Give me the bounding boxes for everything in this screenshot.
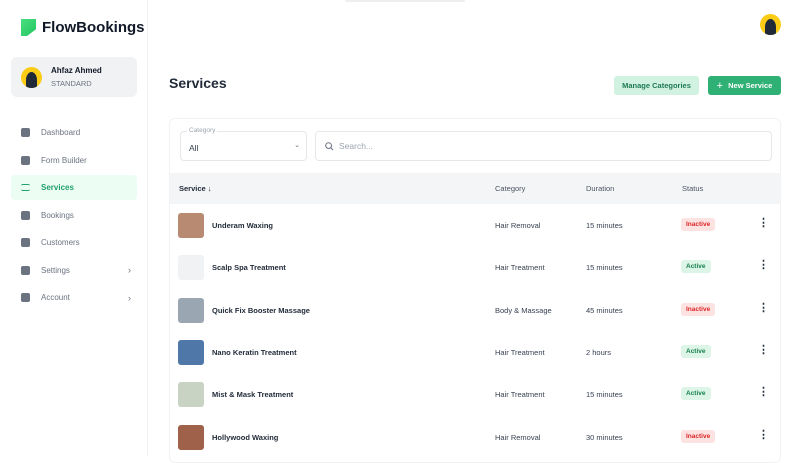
chevron-down-icon: ⌄ bbox=[294, 141, 300, 149]
gauge-icon bbox=[21, 128, 30, 137]
more-options-icon[interactable]: ⋮ bbox=[758, 345, 769, 356]
sidebar-item-services[interactable]: Services bbox=[11, 175, 137, 200]
more-options-icon[interactable]: ⋮ bbox=[758, 218, 769, 229]
column-duration[interactable]: Duration bbox=[586, 184, 614, 193]
search-box[interactable] bbox=[315, 131, 772, 161]
sidebar-item-label: Form Builder bbox=[41, 156, 87, 165]
table-header: Service ↓ Category Duration Status bbox=[170, 173, 780, 204]
user-card[interactable]: Ahfaz Ahmed STANDARD bbox=[11, 57, 137, 97]
service-duration: 45 minutes bbox=[586, 306, 623, 315]
sidebar-item-label: Dashboard bbox=[41, 128, 80, 137]
page-title: Services bbox=[169, 75, 227, 91]
avatar bbox=[21, 67, 42, 88]
user-name: Ahfaz Ahmed bbox=[51, 66, 102, 75]
service-category: Hair Treatment bbox=[495, 263, 545, 272]
manage-categories-button[interactable]: Manage Categories bbox=[614, 76, 699, 95]
plus-icon: + bbox=[717, 80, 723, 92]
sidebar-item-label: Settings bbox=[41, 266, 70, 275]
sidebar-item-label: Customers bbox=[41, 238, 80, 247]
services-card: Category All ⌄ Service ↓ Category Durati… bbox=[169, 118, 781, 463]
service-duration: 2 hours bbox=[586, 348, 611, 357]
table-row[interactable]: Mist & Mask Treatment Hair Treatment 15 … bbox=[170, 373, 780, 415]
service-category: Hair Removal bbox=[495, 433, 540, 442]
new-service-label: New Service bbox=[728, 81, 772, 90]
table-row[interactable]: Underam Waxing Hair Removal 15 minutes I… bbox=[170, 204, 780, 246]
table-row[interactable]: Nano Keratin Treatment Hair Treatment 2 … bbox=[170, 331, 780, 373]
service-name[interactable]: Mist & Mask Treatment bbox=[212, 390, 293, 399]
column-status[interactable]: Status bbox=[682, 184, 703, 193]
chevron-right-icon: › bbox=[128, 293, 131, 303]
service-name[interactable]: Nano Keratin Treatment bbox=[212, 348, 297, 357]
brand-name: FlowBookings bbox=[42, 19, 145, 36]
service-category: Hair Treatment bbox=[495, 348, 545, 357]
service-name[interactable]: Quick Fix Booster Massage bbox=[212, 306, 310, 315]
users-icon bbox=[21, 238, 30, 247]
column-service-label: Service bbox=[179, 184, 206, 193]
service-thumbnail bbox=[178, 298, 204, 323]
table-row[interactable]: Quick Fix Booster Massage Body & Massage… bbox=[170, 289, 780, 331]
list-icon bbox=[21, 184, 30, 191]
more-options-icon[interactable]: ⋮ bbox=[758, 260, 769, 271]
sidebar-item-label: Bookings bbox=[41, 211, 74, 220]
toggle-icon bbox=[21, 266, 30, 275]
status-badge: Inactive bbox=[681, 303, 715, 316]
service-thumbnail bbox=[178, 382, 204, 407]
sidebar-nav: Dashboard Form Builder Services Bookings Cus… bbox=[11, 120, 137, 313]
service-thumbnail bbox=[178, 425, 204, 450]
service-duration: 15 minutes bbox=[586, 390, 623, 399]
profile-avatar-button[interactable] bbox=[760, 14, 781, 35]
user-icon bbox=[21, 293, 30, 302]
calendar-icon bbox=[21, 211, 30, 220]
service-category: Body & Massage bbox=[495, 306, 552, 315]
service-name[interactable]: Underam Waxing bbox=[212, 221, 273, 230]
top-indicator bbox=[345, 0, 465, 2]
status-badge: Active bbox=[681, 260, 711, 273]
logo-icon bbox=[21, 19, 36, 36]
service-name[interactable]: Scalp Spa Treatment bbox=[212, 263, 286, 272]
more-options-icon[interactable]: ⋮ bbox=[758, 430, 769, 441]
pencil-icon bbox=[21, 156, 30, 165]
category-select-label: Category bbox=[187, 127, 217, 134]
service-duration: 30 minutes bbox=[586, 433, 623, 442]
service-category: Hair Removal bbox=[495, 221, 540, 230]
service-thumbnail bbox=[178, 340, 204, 365]
sidebar: FlowBookings Ahfaz Ahmed STANDARD Dashbo… bbox=[0, 0, 148, 456]
sidebar-item-label: Account bbox=[41, 293, 70, 302]
sidebar-item-settings[interactable]: Settings › bbox=[11, 258, 137, 283]
sidebar-item-form-builder[interactable]: Form Builder bbox=[11, 148, 137, 173]
sidebar-item-bookings[interactable]: Bookings bbox=[11, 203, 137, 228]
service-name[interactable]: Hollywood Waxing bbox=[212, 433, 278, 442]
service-category: Hair Treatment bbox=[495, 390, 545, 399]
status-badge: Inactive bbox=[681, 430, 715, 443]
service-duration: 15 minutes bbox=[586, 263, 623, 272]
service-thumbnail bbox=[178, 255, 204, 280]
new-service-button[interactable]: + New Service bbox=[708, 76, 781, 95]
sidebar-item-dashboard[interactable]: Dashboard bbox=[11, 120, 137, 145]
sidebar-item-account[interactable]: Account › bbox=[11, 285, 137, 310]
arrow-down-icon: ↓ bbox=[208, 184, 212, 193]
search-icon bbox=[325, 142, 334, 151]
manage-categories-label: Manage Categories bbox=[622, 81, 691, 90]
user-plan: STANDARD bbox=[51, 79, 102, 88]
sidebar-item-customers[interactable]: Customers bbox=[11, 230, 137, 255]
column-category[interactable]: Category bbox=[495, 184, 525, 193]
sidebar-item-label: Services bbox=[41, 183, 74, 192]
more-options-icon[interactable]: ⋮ bbox=[758, 387, 769, 398]
brand-logo[interactable]: FlowBookings bbox=[21, 19, 145, 36]
status-badge: Active bbox=[681, 387, 711, 400]
service-duration: 15 minutes bbox=[586, 221, 623, 230]
service-thumbnail bbox=[178, 213, 204, 238]
category-select-value: All bbox=[189, 143, 198, 153]
more-options-icon[interactable]: ⋮ bbox=[758, 303, 769, 314]
status-badge: Active bbox=[681, 345, 711, 358]
category-select[interactable]: Category All ⌄ bbox=[180, 131, 307, 161]
chevron-right-icon: › bbox=[128, 265, 131, 275]
column-service[interactable]: Service ↓ bbox=[179, 184, 212, 193]
search-input[interactable] bbox=[339, 141, 739, 151]
table-row[interactable]: Hollywood Waxing Hair Removal 30 minutes… bbox=[170, 416, 780, 458]
table-row[interactable]: Scalp Spa Treatment Hair Treatment 15 mi… bbox=[170, 246, 780, 288]
status-badge: Inactive bbox=[681, 218, 715, 231]
